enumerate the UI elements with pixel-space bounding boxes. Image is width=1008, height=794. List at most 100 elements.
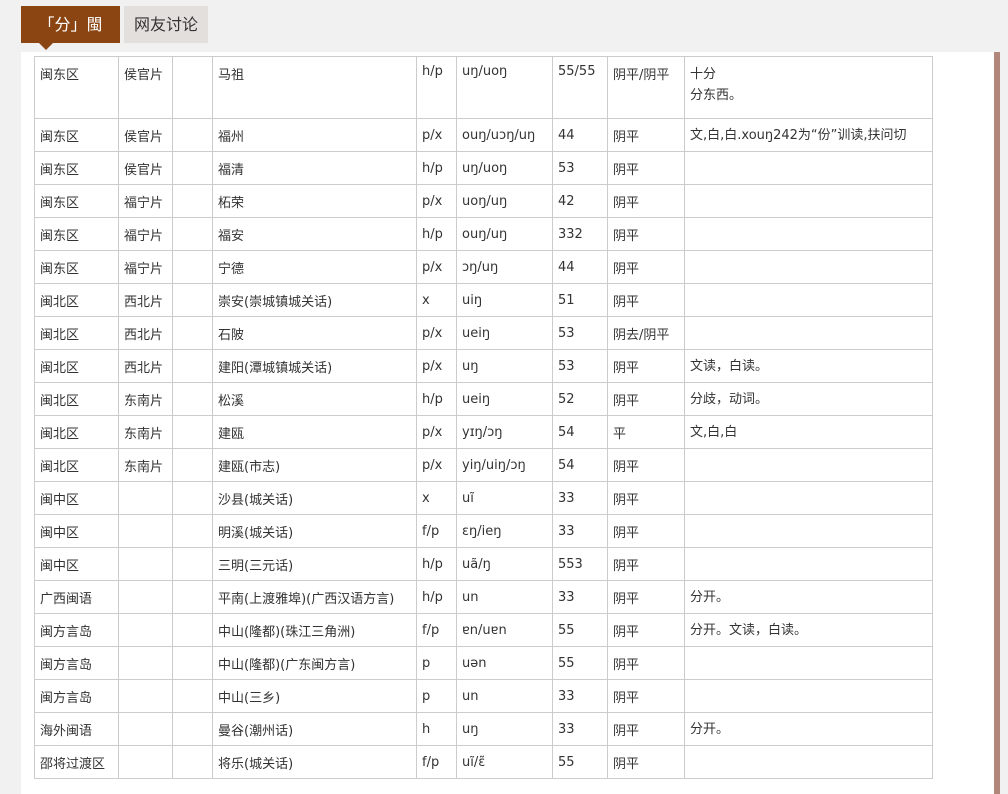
tone-class-cell: 阴平 bbox=[607, 250, 685, 284]
place-cell: 建阳(潭城镇城关话) bbox=[212, 349, 417, 383]
tone-value-cell: 54 bbox=[552, 448, 608, 482]
blank-cell bbox=[172, 646, 213, 680]
region-cell: 闽方言岛 bbox=[34, 646, 119, 680]
region-cell: 闽东区 bbox=[34, 184, 119, 218]
blank-cell bbox=[172, 580, 213, 614]
table-row: 邵将过渡区 将乐(城关话) f/p uĩ/ɛ̃ 55 阴平 bbox=[34, 745, 933, 779]
region-cell: 闽东区 bbox=[34, 250, 119, 284]
final-cell: uŋ/uoŋ bbox=[456, 151, 553, 185]
tone-value-cell: 54 bbox=[552, 415, 608, 449]
pronunciation-table: 闽东区 侯官片 马祖 h/p uŋ/uoŋ 55/55 阴平/阴平 十分 分东西。 闽东区 侯官片福… bbox=[34, 56, 933, 779]
scrollbar-track[interactable] bbox=[994, 52, 1000, 794]
table-row: 闽北区 东南片 松溪 h/p ueiŋ 52 阴平 分歧，动词。 bbox=[34, 382, 933, 416]
subregion-cell bbox=[118, 679, 173, 713]
tone-class-cell: 阴平 bbox=[607, 514, 685, 548]
tone-value-cell: 53 bbox=[552, 316, 608, 350]
note-line: 十分 bbox=[690, 67, 717, 82]
tone-class-cell: 阴平/阴平 bbox=[607, 56, 685, 119]
region-cell: 闽中区 bbox=[34, 514, 119, 548]
subregion-cell: 东南片 bbox=[118, 382, 173, 416]
note-cell: 文读，白读。 bbox=[684, 349, 933, 383]
final-cell: uĩ/ɛ̃ bbox=[456, 745, 553, 779]
subregion-cell: 侯官片 bbox=[118, 118, 173, 152]
blank-cell bbox=[172, 613, 213, 647]
note-cell: 分歧，动词。 bbox=[684, 382, 933, 416]
initial-cell: h bbox=[416, 712, 457, 746]
final-cell: uã/ŋ bbox=[456, 547, 553, 581]
place-cell: 明溪(城关话) bbox=[212, 514, 417, 548]
place-cell: 沙县(城关话) bbox=[212, 481, 417, 515]
initial-cell: p bbox=[416, 679, 457, 713]
subregion-cell: 侯官片 bbox=[118, 56, 173, 119]
blank-cell bbox=[172, 415, 213, 449]
region-cell: 闽北区 bbox=[34, 415, 119, 449]
table-row: 闽北区 东南片 建瓯(市志) p/x yiŋ/uiŋ/ɔŋ 54 阴平 bbox=[34, 448, 933, 482]
tone-class-cell: 阴平 bbox=[607, 217, 685, 251]
initial-cell: p/x bbox=[416, 349, 457, 383]
note-cell bbox=[684, 646, 933, 680]
tone-value-cell: 53 bbox=[552, 349, 608, 383]
region-cell: 闽北区 bbox=[34, 283, 119, 317]
tone-value-cell: 33 bbox=[552, 481, 608, 515]
final-cell: ɐn/uɐn bbox=[456, 613, 553, 647]
table-row: 闽北区 西北片 崇安(崇城镇城关话) x uiŋ 51 阴平 bbox=[34, 283, 933, 317]
region-cell: 闽方言岛 bbox=[34, 613, 119, 647]
note-line: 分开。 bbox=[690, 721, 730, 737]
note-cell bbox=[684, 217, 933, 251]
tone-value-cell: 44 bbox=[552, 118, 608, 152]
place-cell: 福清 bbox=[212, 151, 417, 185]
region-cell: 闽东区 bbox=[34, 56, 119, 119]
region-cell: 闽东区 bbox=[34, 217, 119, 251]
tab-min-dialect[interactable]: 「分」閩語 bbox=[21, 6, 120, 71]
place-cell: 中山(隆都)(珠江三角洲) bbox=[212, 613, 417, 647]
place-cell: 将乐(城关话) bbox=[212, 745, 417, 779]
subregion-cell bbox=[118, 547, 173, 581]
final-cell: ueiŋ bbox=[456, 382, 553, 416]
tone-class-cell: 阴平 bbox=[607, 448, 685, 482]
tone-class-cell: 阴平 bbox=[607, 712, 685, 746]
final-cell: uoŋ/uŋ bbox=[456, 184, 553, 218]
region-cell: 广西闽语 bbox=[34, 580, 119, 614]
place-cell: 中山(三乡) bbox=[212, 679, 417, 713]
initial-cell: h/p bbox=[416, 56, 457, 119]
initial-cell: h/p bbox=[416, 382, 457, 416]
region-cell: 闽北区 bbox=[34, 349, 119, 383]
blank-cell bbox=[172, 745, 213, 779]
tone-value-cell: 33 bbox=[552, 514, 608, 548]
subregion-cell bbox=[118, 580, 173, 614]
note-cell: 分开。文读，白读。 bbox=[684, 613, 933, 647]
note-line: 分东西。 bbox=[690, 88, 743, 103]
blank-cell bbox=[172, 283, 213, 317]
place-cell: 马祖 bbox=[212, 56, 417, 119]
final-cell: ouŋ/uŋ bbox=[456, 217, 553, 251]
note-line: 分歧，动词。 bbox=[690, 391, 769, 407]
initial-cell: x bbox=[416, 283, 457, 317]
subregion-cell: 福宁片 bbox=[118, 217, 173, 251]
initial-cell: p/x bbox=[416, 448, 457, 482]
tone-value-cell: 55 bbox=[552, 745, 608, 779]
note-line: 文读，白读。 bbox=[690, 358, 769, 374]
note-line: 文,白,白 bbox=[690, 424, 738, 440]
initial-cell: f/p bbox=[416, 745, 457, 779]
note-cell: 十分 分东西。 bbox=[684, 56, 933, 119]
initial-cell: p/x bbox=[416, 184, 457, 218]
table-row: 闽东区 福宁片 柘荣 p/x uoŋ/uŋ 42 阴平 bbox=[34, 184, 933, 218]
tab-discussion[interactable]: 网友讨论 bbox=[124, 6, 208, 43]
initial-cell: f/p bbox=[416, 613, 457, 647]
subregion-cell: 东南片 bbox=[118, 415, 173, 449]
blank-cell bbox=[172, 349, 213, 383]
initial-cell: x bbox=[416, 481, 457, 515]
tone-value-cell: 55/55 bbox=[552, 56, 608, 119]
content-panel: 闽东区 侯官片 马祖 h/p uŋ/uoŋ 55/55 阴平/阴平 十分 分东西。 闽东区 侯官片福… bbox=[21, 52, 994, 794]
region-cell: 闽北区 bbox=[34, 382, 119, 416]
tone-class-cell: 阴平 bbox=[607, 283, 685, 317]
table-row: 闽东区 福宁片 福安 h/p ouŋ/uŋ 332 阴平 bbox=[34, 217, 933, 251]
blank-cell bbox=[172, 118, 213, 152]
subregion-cell: 福宁片 bbox=[118, 184, 173, 218]
blank-cell bbox=[172, 382, 213, 416]
table-row: 闽中区 沙县(城关话) x uĩ 33 阴平 bbox=[34, 481, 933, 515]
blank-cell bbox=[172, 481, 213, 515]
subregion-cell: 西北片 bbox=[118, 283, 173, 317]
table-row: 闽方言岛 中山(隆都)(广东闽方言) p uən 55 阴平 bbox=[34, 646, 933, 680]
tone-value-cell: 51 bbox=[552, 283, 608, 317]
